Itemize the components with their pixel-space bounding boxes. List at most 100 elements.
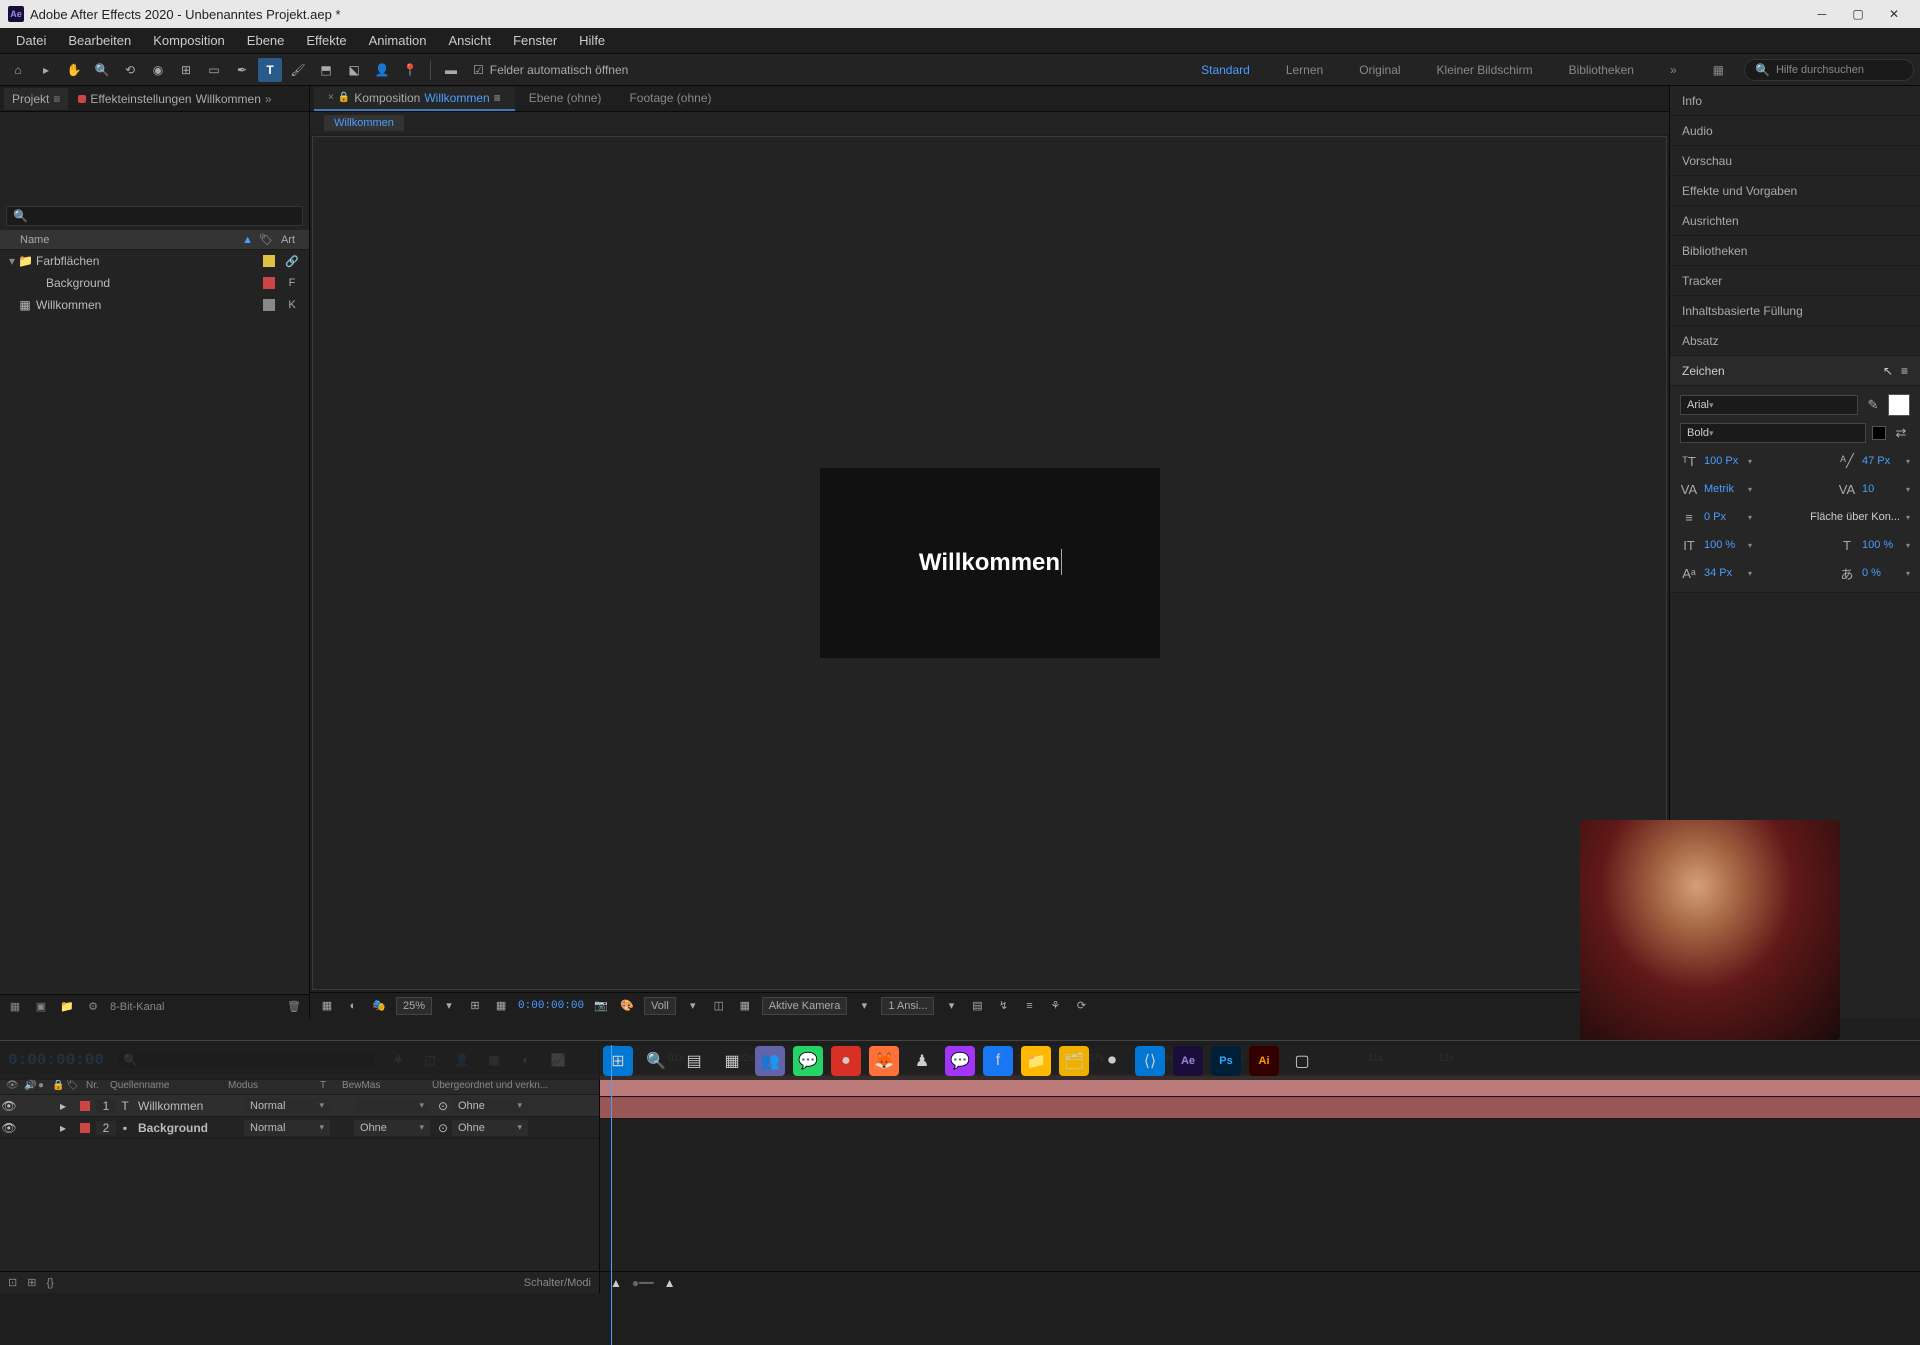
fill-over-stroke-select[interactable]: Fläche über Kon...	[1810, 511, 1900, 523]
interpret-icon[interactable]: ▦	[6, 998, 24, 1016]
chevron-down-icon[interactable]: ▾	[1906, 513, 1910, 522]
chevron-down-icon[interactable]: ▾	[1748, 569, 1752, 578]
parent-select[interactable]: Ohne▾	[452, 1120, 528, 1136]
comp-canvas[interactable]: Willkommen	[820, 468, 1160, 658]
project-search[interactable]: 🔍	[6, 206, 303, 226]
bpc-label[interactable]: 8-Bit-Kanal	[110, 1001, 164, 1013]
puppet-tool[interactable]: 📍	[398, 58, 422, 82]
chevron-down-icon[interactable]: ▾	[1906, 457, 1910, 466]
leading-value[interactable]: 47 Px	[1862, 455, 1900, 467]
chevron-down-icon[interactable]: ▾	[1906, 485, 1910, 494]
toggle-modes-icon[interactable]: ⊞	[27, 1276, 36, 1289]
parent-select[interactable]: Ohne▾	[452, 1098, 528, 1114]
stroke-color-swatch[interactable]	[1872, 426, 1886, 440]
menu-ansicht[interactable]: Ansicht	[438, 29, 501, 52]
tb-app1[interactable]: ●	[831, 1046, 861, 1076]
ws-kleiner[interactable]: Kleiner Bildschirm	[1431, 59, 1539, 81]
tb-illustrator[interactable]: Ai	[1249, 1046, 1279, 1076]
vscale-value[interactable]: 100 %	[1704, 539, 1742, 551]
color-swatch[interactable]	[263, 299, 275, 311]
home-tool[interactable]: ⌂	[6, 58, 30, 82]
expand-icon[interactable]: ▸	[60, 1121, 74, 1135]
tb-windows[interactable]: ⊞	[603, 1046, 633, 1076]
zoom-in-icon[interactable]: ▲	[664, 1276, 676, 1290]
panel-info[interactable]: Info	[1670, 86, 1920, 116]
fill-color-swatch[interactable]	[1888, 394, 1910, 416]
chevron-down-icon[interactable]: ▾	[1748, 541, 1752, 550]
tb-aftereffects[interactable]: Ae	[1173, 1046, 1203, 1076]
chevron-down-icon[interactable]: ▾	[1748, 457, 1752, 466]
close-icon[interactable]: ×	[328, 92, 334, 103]
col-source[interactable]: Quellenname	[104, 1080, 222, 1091]
type-tool[interactable]: T	[258, 58, 282, 82]
minimize-button[interactable]: ─	[1804, 0, 1840, 28]
font-weight-select[interactable]: Bold▾	[1680, 423, 1866, 443]
hscale-value[interactable]: 100 %	[1862, 539, 1900, 551]
trash-icon[interactable]: 🗑	[285, 998, 303, 1016]
current-timecode[interactable]: 0:00:00:00	[518, 1000, 584, 1012]
new-folder-icon[interactable]: 📁	[58, 998, 76, 1016]
tb-obs[interactable]: ⏺	[1097, 1046, 1127, 1076]
ws-lernen[interactable]: Lernen	[1280, 59, 1329, 81]
tb-photoshop[interactable]: Ps	[1211, 1046, 1241, 1076]
tsume-value[interactable]: 0 %	[1862, 567, 1900, 579]
menu-datei[interactable]: Datei	[6, 29, 56, 52]
layer-name[interactable]: Background	[134, 1121, 244, 1135]
rotate-tool[interactable]: ◉	[146, 58, 170, 82]
tb-explorer[interactable]: 📁	[1021, 1046, 1051, 1076]
baseline-value[interactable]: 34 Px	[1704, 567, 1742, 579]
chevron-down-icon[interactable]: ▾	[1906, 541, 1910, 550]
tb-taskview[interactable]: ▤	[679, 1046, 709, 1076]
swap-colors-icon[interactable]: ⇄	[1892, 425, 1910, 441]
maximize-button[interactable]: ▢	[1840, 0, 1876, 28]
panel-tracker[interactable]: Tracker	[1670, 266, 1920, 296]
chevron-down-icon[interactable]: ▾	[440, 997, 458, 1015]
snapshot-icon[interactable]: 📷	[592, 997, 610, 1015]
chevron-down-icon[interactable]: ▾	[855, 997, 873, 1015]
panel-menu-icon[interactable]: ≡	[1901, 364, 1908, 378]
eraser-tool[interactable]: ⬕	[342, 58, 366, 82]
grid-icon[interactable]: ⊞	[466, 997, 484, 1015]
toggle-brackets-icon[interactable]: {}	[46, 1277, 53, 1289]
comp-viewport[interactable]: Willkommen	[312, 136, 1667, 990]
tb-search[interactable]: 🔍	[641, 1046, 671, 1076]
tab-ebene[interactable]: Ebene (ohne)	[515, 87, 616, 111]
tab-effekteinstellungen[interactable]: Effekteinstellungen Willkommen »	[70, 88, 279, 110]
tb-whatsapp[interactable]: 💬	[793, 1046, 823, 1076]
pickwhip-icon[interactable]: ⊙	[434, 1099, 452, 1113]
col-parent[interactable]: Übergeordnet und verkn...	[426, 1080, 599, 1091]
label-color[interactable]	[80, 1123, 90, 1133]
timeline-icon[interactable]: ≡	[1020, 997, 1038, 1015]
menu-effekte[interactable]: Effekte	[296, 29, 356, 52]
panel-effekte[interactable]: Effekte und Vorgaben	[1670, 176, 1920, 206]
panel-inhaltsfuellung[interactable]: Inhaltsbasierte Füllung	[1670, 296, 1920, 326]
menu-fenster[interactable]: Fenster	[503, 29, 567, 52]
col-mode[interactable]: Modus	[222, 1080, 314, 1091]
chevron-down-icon[interactable]: ▾	[1906, 569, 1910, 578]
menu-ebene[interactable]: Ebene	[237, 29, 295, 52]
visibility-icon[interactable]: 👁	[0, 1099, 18, 1113]
text-layer-display[interactable]: Willkommen	[919, 549, 1060, 577]
chevron-down-icon[interactable]: ▾	[942, 997, 960, 1015]
new-comp-icon[interactable]: ▣	[32, 998, 50, 1016]
zoom-select[interactable]: 25%	[396, 997, 432, 1015]
timeline-right[interactable]: 01s 02s 03s 04s 05s 06s 07s 08s 09s 11s …	[600, 1045, 1920, 1293]
tb-app4[interactable]: ▢	[1287, 1046, 1317, 1076]
trans-grid-icon[interactable]: ▦	[736, 997, 754, 1015]
pixel-aspect-icon[interactable]: ▤	[968, 997, 986, 1015]
blend-mode-select[interactable]: Normal▾	[244, 1120, 330, 1136]
resolution-select[interactable]: Voll	[644, 997, 676, 1015]
selection-tool[interactable]: ▸	[34, 58, 58, 82]
ws-menu-icon[interactable]: ▦	[1707, 59, 1730, 81]
panel-bibliotheken[interactable]: Bibliotheken	[1670, 236, 1920, 266]
clone-tool[interactable]: ⬒	[314, 58, 338, 82]
roto-tool[interactable]: 👤	[370, 58, 394, 82]
trkmat-select[interactable]: Ohne▾	[354, 1120, 430, 1136]
menu-hilfe[interactable]: Hilfe	[569, 29, 615, 52]
stroke-width-value[interactable]: 0 Px	[1704, 511, 1742, 523]
switches-label[interactable]: Schalter/Modi	[524, 1277, 591, 1289]
rect-btn[interactable]: ▬	[439, 58, 463, 82]
blend-mode-select[interactable]: Normal▾	[244, 1098, 330, 1114]
visibility-icon[interactable]: 👁	[0, 1121, 18, 1135]
font-family-select[interactable]: Arial▾	[1680, 395, 1858, 415]
